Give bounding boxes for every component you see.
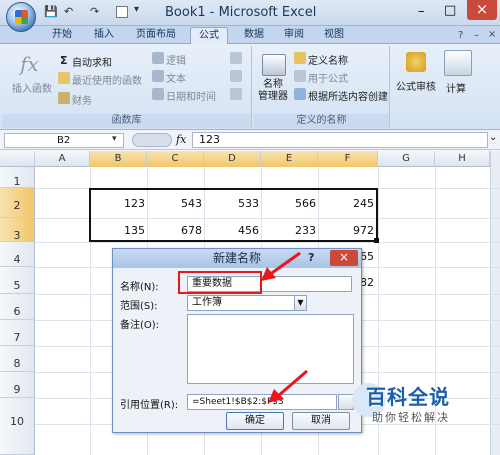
row-header-4[interactable]: 4 xyxy=(0,242,35,267)
lookup-icon[interactable] xyxy=(230,52,242,64)
tab-page-layout[interactable]: 页面布局 xyxy=(128,27,184,44)
logical-icon xyxy=(152,52,166,64)
column-header-h[interactable]: H xyxy=(435,151,490,167)
dialog-help-button[interactable]: ? xyxy=(308,251,314,264)
name-box[interactable]: B2 xyxy=(4,133,124,148)
column-header-f[interactable]: F xyxy=(318,151,378,167)
name-manager-icon xyxy=(262,54,286,76)
formula-input[interactable]: 123 xyxy=(192,132,488,148)
undo-icon[interactable]: ↶ xyxy=(64,5,73,18)
tab-formulas[interactable]: 公式 xyxy=(190,27,228,44)
row-header-10[interactable]: 10 xyxy=(0,398,35,455)
watermark-title: 百科全说 xyxy=(366,385,450,409)
define-name-button[interactable]: 定义名称 xyxy=(308,52,348,67)
math-icon[interactable] xyxy=(230,70,242,82)
ribbon-close-icon[interactable]: × xyxy=(488,29,496,40)
name-label: 名称(N): xyxy=(120,282,159,293)
tab-review[interactable]: 审阅 xyxy=(276,27,312,44)
dialog-title: 新建名称 xyxy=(113,249,361,268)
formula-auditing-button[interactable]: 公式审核 xyxy=(396,78,436,93)
arrow-to-refers-icon xyxy=(268,369,308,403)
create-from-selection-icon xyxy=(294,88,308,100)
scope-select[interactable]: 工作簿 xyxy=(187,295,307,311)
datetime-button[interactable]: 日期和时间 xyxy=(166,88,216,103)
scope-dropdown-icon[interactable]: ▼ xyxy=(294,296,306,310)
more-functions-icon[interactable] xyxy=(230,88,242,100)
scope-label: 范围(S): xyxy=(120,301,158,312)
row-header-9[interactable]: 9 xyxy=(0,372,35,398)
fill-handle[interactable] xyxy=(374,238,379,243)
create-from-selection-button[interactable]: 根据所选内容创建 xyxy=(308,88,388,103)
column-header-e[interactable]: E xyxy=(261,151,318,167)
financial-button[interactable]: 财务 xyxy=(72,92,92,107)
row-header-2[interactable]: 2 xyxy=(0,188,35,218)
row-header-1[interactable]: 1 xyxy=(0,167,35,188)
help-icon[interactable]: ? xyxy=(458,30,463,41)
calculation-icon xyxy=(444,50,472,76)
insert-function-icon: fx xyxy=(20,52,39,76)
office-logo-icon xyxy=(15,10,28,24)
column-header-g[interactable]: G xyxy=(378,151,435,167)
restore-button[interactable]: □ xyxy=(444,3,456,18)
row-header-5[interactable]: 5 xyxy=(0,267,35,294)
refers-to-label: 引用位置(R): xyxy=(120,400,179,411)
dialog-close-button[interactable]: × xyxy=(330,250,358,266)
autosum-button[interactable]: 自动求和 xyxy=(72,54,112,69)
grid-line xyxy=(35,242,500,243)
use-in-formula-icon xyxy=(294,70,308,82)
row-header-7[interactable]: 7 xyxy=(0,320,35,346)
defined-names-label: 定义的名称 xyxy=(254,114,389,128)
datetime-icon xyxy=(152,88,166,100)
tab-view[interactable]: 视图 xyxy=(316,27,352,44)
formula-bar-handle[interactable] xyxy=(132,133,172,147)
qat-customize-icon[interactable]: ▾ xyxy=(134,4,139,15)
print-preview-icon[interactable] xyxy=(116,6,128,18)
tab-home[interactable]: 开始 xyxy=(44,27,80,44)
watermark-subtitle: 助你轻松解决 xyxy=(372,411,450,424)
financial-icon xyxy=(58,92,72,104)
define-name-icon xyxy=(294,52,308,64)
column-header-c[interactable]: C xyxy=(147,151,204,167)
expand-formula-icon[interactable]: ⌄ xyxy=(489,132,497,143)
formula-auditing-icon xyxy=(406,52,426,72)
recent-functions-button[interactable]: 最近使用的函数 xyxy=(72,72,142,87)
ribbon-min-icon[interactable]: – xyxy=(474,30,479,41)
fx-icon[interactable]: fx xyxy=(176,133,186,146)
row-header-3[interactable]: 3 xyxy=(0,218,35,242)
selection-range xyxy=(89,188,378,242)
tab-insert[interactable]: 插入 xyxy=(86,27,122,44)
sigma-icon: Σ xyxy=(60,54,68,67)
redo-icon[interactable]: ↷ xyxy=(90,5,99,18)
ok-button[interactable]: 确定 xyxy=(226,412,284,430)
name-manager-button[interactable]: 名称 管理器 xyxy=(258,79,288,103)
column-header-a[interactable]: A xyxy=(35,151,90,167)
column-header-b[interactable]: B xyxy=(90,151,147,167)
select-all-corner[interactable] xyxy=(0,151,35,167)
vertical-scrollbar[interactable] xyxy=(490,151,500,455)
name-box-dropdown-icon[interactable]: ▾ xyxy=(112,134,117,144)
row-header-6[interactable]: 6 xyxy=(0,294,35,320)
save-icon[interactable]: 💾 xyxy=(44,5,58,18)
cancel-button[interactable]: 取消 xyxy=(292,412,350,430)
tab-data[interactable]: 数据 xyxy=(236,27,272,44)
close-button[interactable]: × xyxy=(467,0,497,20)
office-button[interactable] xyxy=(6,2,36,32)
row-header-8[interactable]: 8 xyxy=(0,346,35,372)
logical-button[interactable]: 逻辑 xyxy=(166,52,186,67)
text-icon xyxy=(152,70,166,82)
function-library-label: 函数库 xyxy=(2,114,251,128)
window-title: Book1 - Microsoft Excel xyxy=(165,5,317,20)
text-button[interactable]: 文本 xyxy=(166,70,186,85)
use-in-formula-button[interactable]: 用于公式 xyxy=(308,70,348,85)
name-highlight-box xyxy=(178,271,262,294)
insert-function-button[interactable]: 插入函数 xyxy=(12,80,52,95)
column-header-d[interactable]: D xyxy=(204,151,261,167)
comment-label: 备注(O): xyxy=(120,320,160,331)
recent-functions-icon xyxy=(58,72,72,84)
minimize-button[interactable]: – xyxy=(418,4,425,19)
arrow-to-name-icon xyxy=(261,251,301,281)
calculation-button[interactable]: 计算 xyxy=(446,80,466,95)
